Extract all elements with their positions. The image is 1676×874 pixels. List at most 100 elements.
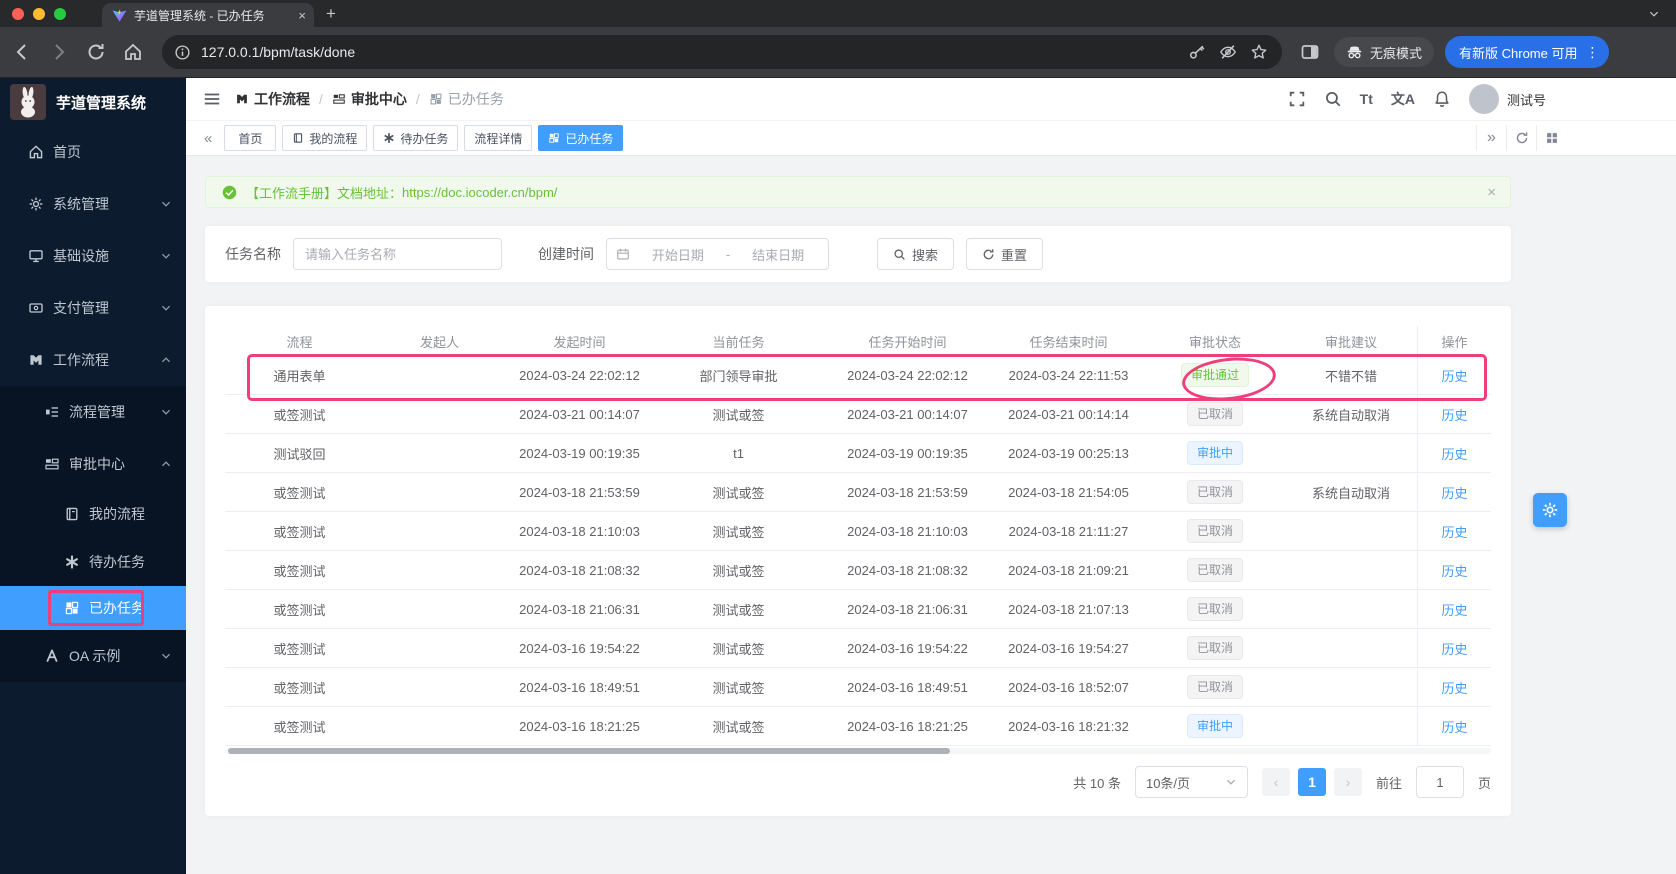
- sidebar-item-todo-tasks[interactable]: 待办任务: [0, 538, 186, 586]
- maximize-window-button[interactable]: [54, 7, 66, 20]
- layout-grid-button[interactable]: [1536, 125, 1566, 151]
- minimize-window-button[interactable]: [33, 7, 45, 20]
- date-range-picker[interactable]: 开始日期 - 结束日期: [606, 238, 829, 270]
- sidebar-item-workflow[interactable]: 工作流程: [0, 334, 186, 386]
- sidebar-item-process-mgmt[interactable]: 流程管理: [0, 386, 186, 438]
- cell-status: 审批中: [1145, 441, 1285, 465]
- cell-actions: 历史: [1417, 668, 1491, 706]
- search-icon[interactable]: [1324, 90, 1342, 108]
- incognito-label: 无痕模式: [1370, 45, 1423, 61]
- cell-task-start-time: 2024-03-16 18:21:25: [847, 718, 968, 734]
- password-key-icon[interactable]: [1188, 43, 1206, 61]
- history-link[interactable]: 历史: [1441, 522, 1467, 541]
- status-badge: 已取消: [1186, 402, 1243, 426]
- sidebar-item-payment[interactable]: 支付管理: [0, 282, 186, 334]
- cell-process: 或签测试: [273, 524, 326, 540]
- page-1-button[interactable]: 1: [1297, 768, 1326, 796]
- cell-process: 或签测试: [273, 641, 326, 657]
- goto-page-input[interactable]: [1415, 766, 1464, 798]
- chrome-update-button[interactable]: 有新版 Chrome 可用 ⋮: [1445, 36, 1610, 68]
- cell-task-start-time: 2024-03-21 00:14:07: [847, 406, 968, 422]
- breadcrumb-workflow[interactable]: 工作流程: [235, 89, 310, 109]
- sidebar-item-my-process[interactable]: 我的流程: [0, 490, 186, 538]
- theme-settings-button[interactable]: [1533, 493, 1567, 527]
- history-link[interactable]: 历史: [1441, 639, 1467, 658]
- gear-icon: [29, 197, 43, 211]
- tag-todo-tasks[interactable]: 待办任务: [373, 125, 459, 151]
- history-link[interactable]: 历史: [1441, 483, 1467, 502]
- history-link[interactable]: 历史: [1441, 717, 1467, 736]
- table-row: 或签测试 2024-03-21 00:14:07 测试或签 2024-03-21…: [225, 395, 1491, 434]
- tag-home[interactable]: 首页: [224, 125, 277, 151]
- app-title: 芋道管理系统: [56, 94, 147, 112]
- bookmark-star-icon[interactable]: [1250, 43, 1268, 61]
- reload-icon[interactable]: [86, 42, 106, 62]
- breadcrumb-approval-center[interactable]: 审批中心: [332, 89, 407, 109]
- url-text[interactable]: 127.0.0.1/bpm/task/done: [201, 44, 1175, 60]
- hamburger-icon[interactable]: [203, 90, 221, 108]
- tag-my-process[interactable]: 我的流程: [282, 125, 368, 151]
- start-date-placeholder[interactable]: 开始日期: [637, 245, 719, 264]
- browser-menu-icon[interactable]: ⋮: [1585, 44, 1599, 61]
- filter-bar: 任务名称 创建时间 开始日期 - 结束日期 搜索 重置: [205, 226, 1511, 282]
- reset-button[interactable]: 重置: [966, 238, 1044, 270]
- home-icon[interactable]: [123, 42, 143, 62]
- sidebar-item-oa-demo[interactable]: OA 示例: [0, 630, 186, 682]
- sidebar-item-approval-center[interactable]: 审批中心: [0, 438, 186, 490]
- cell-actions: 历史: [1417, 356, 1491, 394]
- prev-page-button[interactable]: ‹: [1261, 768, 1290, 796]
- history-link[interactable]: 历史: [1441, 561, 1467, 580]
- cell-task-start-time: 2024-03-24 22:02:12: [847, 367, 968, 383]
- history-link[interactable]: 历史: [1441, 678, 1467, 697]
- url-bar[interactable]: 127.0.0.1/bpm/task/done: [162, 35, 1282, 69]
- banner-close-icon[interactable]: ×: [1487, 184, 1496, 201]
- end-date-placeholder[interactable]: 结束日期: [737, 245, 819, 264]
- cell-task-start-time: 2024-03-18 21:10:03: [847, 523, 968, 539]
- cell-task-start-time: 2024-03-18 21:08:32: [847, 562, 968, 578]
- history-link[interactable]: 历史: [1441, 405, 1467, 424]
- bell-icon[interactable]: [1433, 90, 1451, 108]
- workflow-icon: [237, 94, 247, 104]
- tag-process-detail[interactable]: 流程详情: [464, 125, 533, 151]
- close-window-button[interactable]: [12, 7, 24, 20]
- tags-expand-button[interactable]: »: [1476, 125, 1506, 151]
- new-tab-button[interactable]: +: [326, 5, 336, 22]
- site-info-icon[interactable]: [174, 44, 191, 61]
- scrollbar-thumb[interactable]: [228, 748, 950, 754]
- back-icon[interactable]: [12, 42, 32, 62]
- stacked-bars-icon: [333, 94, 345, 104]
- sidebar-item-home[interactable]: 首页: [0, 126, 186, 178]
- logo[interactable]: 芋道管理系统: [0, 78, 186, 126]
- cell-start-time: 2024-03-16 18:49:51: [519, 679, 640, 695]
- forward-icon[interactable]: [49, 42, 69, 62]
- status-badge: 已取消: [1186, 480, 1243, 504]
- sidebar-item-system[interactable]: 系统管理: [0, 178, 186, 230]
- history-link[interactable]: 历史: [1441, 444, 1467, 463]
- font-size-icon[interactable]: Tt: [1360, 91, 1373, 107]
- update-label: 有新版 Chrome 可用: [1459, 45, 1578, 61]
- page-size-select[interactable]: 10条/页: [1134, 766, 1248, 798]
- tags-collapse-icon[interactable]: «: [198, 130, 218, 147]
- tab-search-chevron-icon[interactable]: [1648, 8, 1660, 20]
- task-name-input[interactable]: [293, 238, 502, 270]
- close-tab-icon[interactable]: ×: [298, 8, 306, 23]
- browser-tab[interactable]: 芋道管理系统 - 已办任务 ×: [102, 3, 314, 27]
- username[interactable]: 测试号: [1507, 90, 1546, 109]
- search-button[interactable]: 搜索: [877, 238, 955, 270]
- fullscreen-icon[interactable]: [1288, 90, 1306, 108]
- cell-status: 已取消: [1145, 675, 1285, 699]
- banner-doc-link[interactable]: https://doc.iocoder.cn/bpm/: [402, 185, 557, 200]
- tag-done-tasks[interactable]: 已办任务: [538, 125, 624, 151]
- next-page-button[interactable]: ›: [1333, 768, 1362, 796]
- cell-task-end-time: 2024-03-18 21:54:05: [1008, 484, 1129, 500]
- refresh-page-button[interactable]: [1506, 125, 1536, 151]
- eye-off-icon[interactable]: [1219, 43, 1237, 61]
- history-link[interactable]: 历史: [1441, 366, 1467, 385]
- history-link[interactable]: 历史: [1441, 600, 1467, 619]
- avatar[interactable]: [1468, 84, 1499, 114]
- language-icon[interactable]: 文A: [1391, 89, 1415, 109]
- sidebar-item-infra[interactable]: 基础设施: [0, 230, 186, 282]
- cell-status: 审批中: [1145, 714, 1285, 738]
- sidebar-item-done-tasks[interactable]: 已办任务: [0, 586, 186, 630]
- side-panel-icon[interactable]: [1300, 42, 1320, 62]
